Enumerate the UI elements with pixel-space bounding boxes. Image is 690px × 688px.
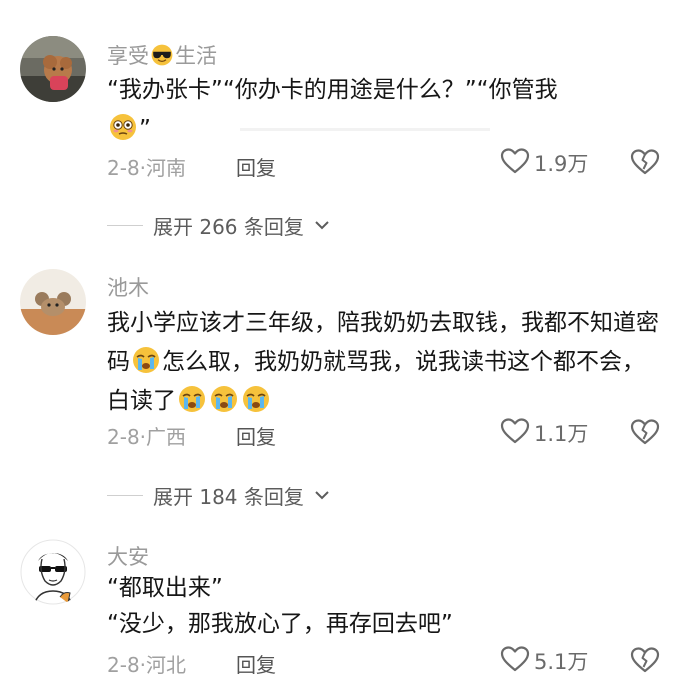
comment-text-line2: ” xyxy=(139,116,151,142)
comment-date: 2-8 xyxy=(107,653,140,677)
like-count: 1.9万 xyxy=(534,152,589,176)
dislike-button[interactable] xyxy=(630,646,660,678)
avatar[interactable] xyxy=(20,539,86,605)
expand-replies-label: 展开 266 条回复 xyxy=(153,215,304,239)
comment-date: 2-8 xyxy=(107,425,140,449)
comment-location: 河北 xyxy=(146,653,187,677)
comment-text-line2: “没少，那我放心了，再存回去吧” xyxy=(107,611,453,637)
cartoon-mouse-avatar-image xyxy=(20,269,86,335)
crying-emoji-icon xyxy=(176,386,208,414)
expand-replies-label: 展开 184 条回复 xyxy=(153,485,304,509)
expand-divider-line xyxy=(107,225,143,226)
heart-icon xyxy=(500,417,530,449)
expand-replies-button[interactable]: 展开 266 条回复 xyxy=(107,211,330,240)
reply-button[interactable]: 回复 xyxy=(236,421,276,450)
reply-button[interactable]: 回复 xyxy=(236,152,276,181)
broken-heart-icon xyxy=(630,647,660,678)
username[interactable]: 大安 xyxy=(107,541,149,571)
crying-emoji-icon xyxy=(130,347,162,375)
heart-icon xyxy=(500,645,530,677)
username-suffix: 生活 xyxy=(175,44,217,68)
comment-location: 河南 xyxy=(146,156,187,180)
like-button[interactable]: 5.1万 xyxy=(500,645,588,677)
broken-heart-icon xyxy=(630,419,660,450)
avatar[interactable] xyxy=(20,269,86,335)
avatar[interactable] xyxy=(20,36,86,102)
comment-text: “都取出来” “没少，那我放心了，再存回去吧” xyxy=(107,570,667,642)
like-count: 1.1万 xyxy=(534,422,589,446)
comment-meta: 2-8·河南 xyxy=(107,152,186,181)
like-count: 5.1万 xyxy=(534,650,589,674)
reply-button[interactable]: 回复 xyxy=(236,649,276,678)
comment-meta: 2-8·河北 xyxy=(107,649,186,678)
comment-text: “我办张卡”“你办卡的用途是什么？”“你管我 ” xyxy=(107,71,667,149)
chevron-down-icon xyxy=(314,216,330,235)
comment-date: 2-8 xyxy=(107,156,140,180)
comment-text-line1: “我办张卡”“你办卡的用途是什么？”“你管我 xyxy=(107,77,558,103)
divider xyxy=(240,128,490,131)
dislike-button[interactable] xyxy=(630,418,660,450)
heart-icon xyxy=(500,147,530,179)
crying-emoji-icon xyxy=(208,386,240,414)
comment-location: 广西 xyxy=(146,425,187,449)
dislike-button[interactable] xyxy=(630,148,660,180)
crying-emoji-icon xyxy=(240,386,272,414)
like-button[interactable]: 1.9万 xyxy=(500,147,588,179)
broken-heart-icon xyxy=(630,149,660,180)
username-prefix: 享受 xyxy=(107,44,149,68)
cut-off-previous-text: ​ xyxy=(150,0,310,6)
comment-text: 我小学应该才三年级，陪我奶奶去取钱，我都不知道密码 怎么取，我奶奶就骂我，说我读… xyxy=(107,304,667,421)
sketch-man-sunglasses-avatar-image xyxy=(20,539,86,605)
poodle-avatar-image xyxy=(20,36,86,102)
comment-text-line1: “都取出来” xyxy=(107,575,223,601)
username[interactable]: 池木 xyxy=(107,272,149,302)
username[interactable]: 享受 生活 xyxy=(107,40,217,70)
like-button[interactable]: 1.1万 xyxy=(500,417,588,449)
sunglasses-emoji-icon xyxy=(149,44,175,68)
chevron-down-icon xyxy=(314,486,330,505)
expand-divider-line xyxy=(107,495,143,496)
flushed-emoji-icon xyxy=(107,114,139,142)
expand-replies-button[interactable]: 展开 184 条回复 xyxy=(107,481,330,510)
comment-meta: 2-8·广西 xyxy=(107,421,186,450)
